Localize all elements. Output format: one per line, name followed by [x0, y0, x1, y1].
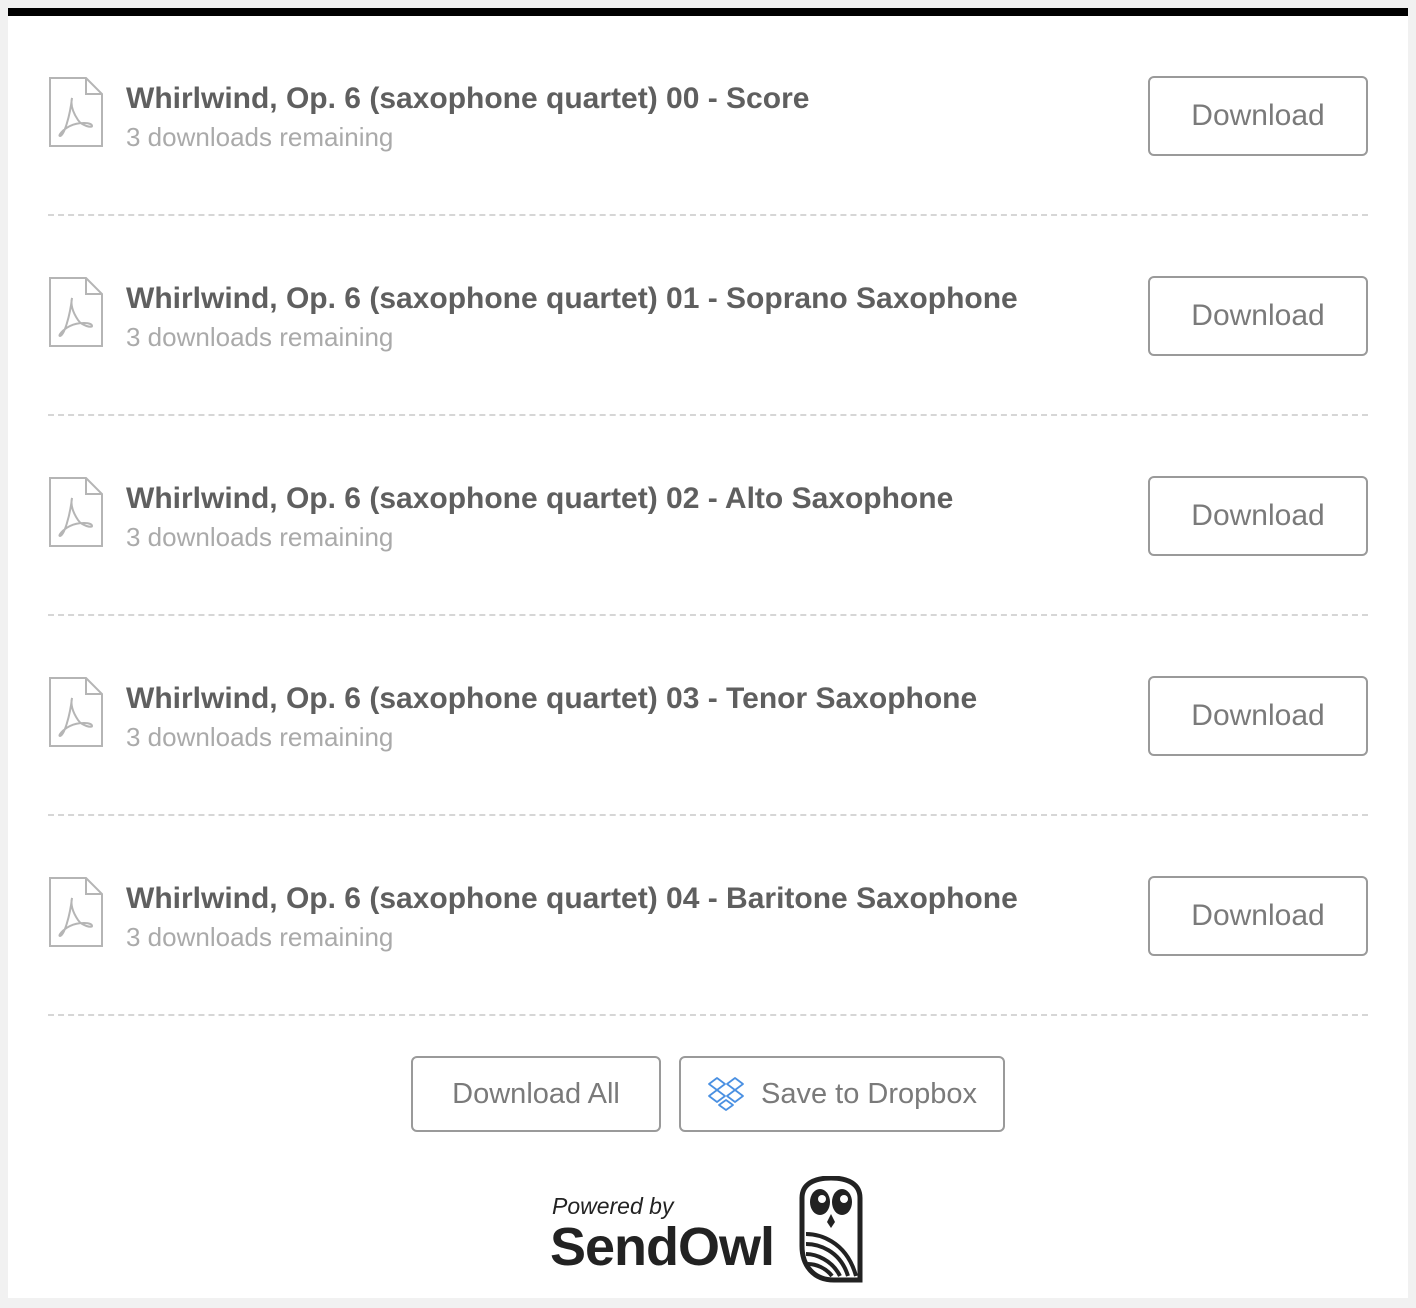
file-list: Whirlwind, Op. 6 (saxophone quartet) 00 …: [48, 16, 1368, 1016]
file-row: Whirlwind, Op. 6 (saxophone quartet) 03 …: [48, 616, 1368, 816]
download-button[interactable]: Download: [1148, 676, 1368, 756]
downloads-remaining: 3 downloads remaining: [126, 322, 394, 352]
file-title: Whirlwind, Op. 6 (saxophone quartet) 00 …: [126, 82, 810, 115]
file-title: Whirlwind, Op. 6 (saxophone quartet) 04 …: [126, 882, 1018, 915]
dropbox-icon: [707, 1076, 745, 1112]
file-row: Whirlwind, Op. 6 (saxophone quartet) 02 …: [48, 416, 1368, 616]
bulk-actions: Download All Save to Dropbox: [8, 1056, 1408, 1132]
pdf-file-icon: [48, 876, 104, 948]
download-button[interactable]: Download: [1148, 76, 1368, 156]
file-title: Whirlwind, Op. 6 (saxophone quartet) 03 …: [126, 682, 978, 715]
powered-by-label: Powered by: [551, 1193, 674, 1219]
file-row: Whirlwind, Op. 6 (saxophone quartet) 01 …: [48, 216, 1368, 416]
download-button[interactable]: Download: [1148, 276, 1368, 356]
file-title: Whirlwind, Op. 6 (saxophone quartet) 01 …: [126, 282, 1018, 315]
file-row: Whirlwind, Op. 6 (saxophone quartet) 04 …: [48, 816, 1368, 1016]
owl-logo-icon: [796, 1176, 866, 1284]
powered-by-text: Powered by SendOwl: [549, 1193, 775, 1284]
downloads-remaining: 3 downloads remaining: [126, 522, 394, 552]
downloads-remaining: 3 downloads remaining: [126, 922, 394, 952]
save-to-dropbox-button[interactable]: Save to Dropbox: [679, 1056, 1005, 1132]
pdf-file-icon: [48, 476, 104, 548]
downloads-card: Whirlwind, Op. 6 (saxophone quartet) 00 …: [8, 8, 1408, 1298]
file-row: Whirlwind, Op. 6 (saxophone quartet) 00 …: [48, 16, 1368, 216]
download-all-label: Download All: [452, 1077, 620, 1110]
pdf-file-icon: [48, 676, 104, 748]
pdf-file-icon: [48, 276, 104, 348]
pdf-file-icon: [48, 76, 104, 148]
brand-name: SendOwl: [549, 1217, 775, 1277]
downloads-remaining: 3 downloads remaining: [126, 122, 394, 152]
download-all-button[interactable]: Download All: [411, 1056, 661, 1132]
file-title: Whirlwind, Op. 6 (saxophone quartet) 02 …: [126, 482, 954, 515]
save-to-dropbox-label: Save to Dropbox: [760, 1077, 977, 1110]
download-button[interactable]: Download: [1148, 876, 1368, 956]
powered-by-footer: Powered by SendOwl: [8, 1176, 1408, 1284]
downloads-remaining: 3 downloads remaining: [126, 722, 394, 752]
download-button[interactable]: Download: [1148, 476, 1368, 556]
